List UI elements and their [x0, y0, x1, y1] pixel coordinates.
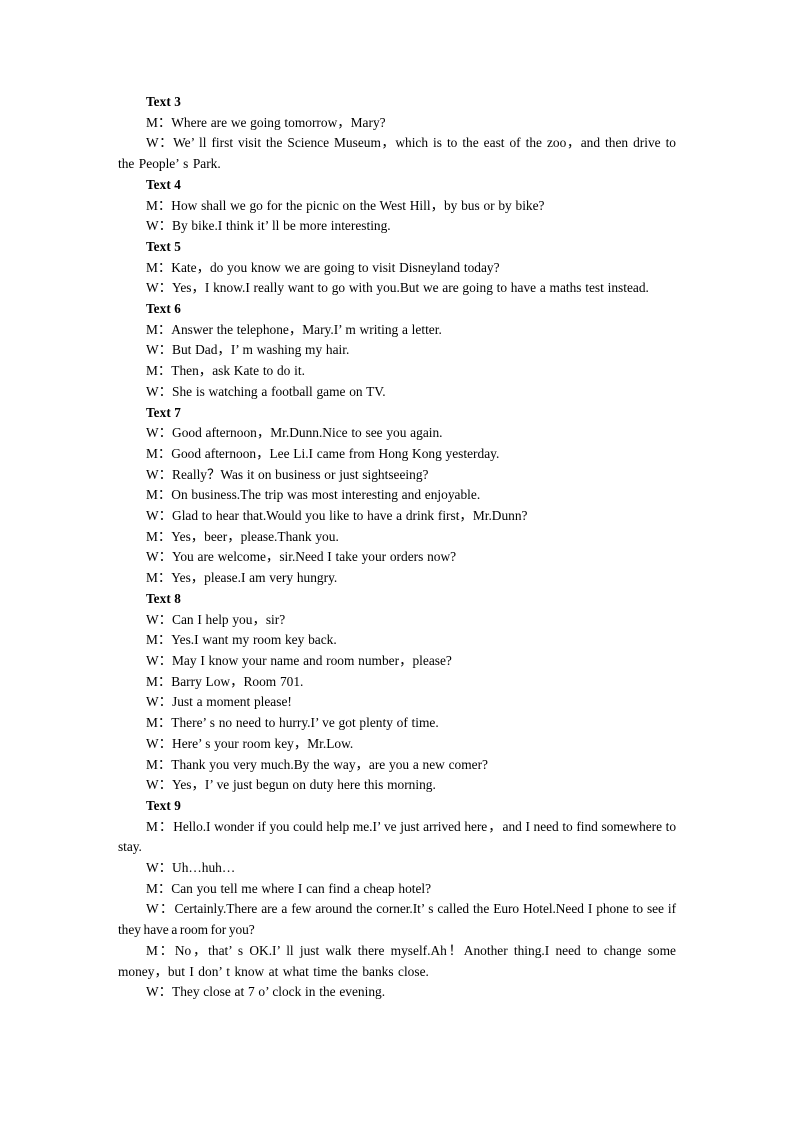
section-heading: Text 3 — [146, 94, 181, 109]
dialogue-line: M：Yes，please.I am very hungry. — [146, 570, 338, 586]
dialogue-line: M：Good afternoon，Lee Li.I came from Hong… — [146, 445, 500, 461]
section-heading: Text 9 — [146, 797, 181, 813]
dialogue-line: M：Can you tell me where I can find a che… — [146, 880, 432, 896]
section-heading: Text 7 — [146, 404, 181, 420]
dialogue-line: M：Yes，beer，please.Thank you. — [146, 528, 339, 544]
transcript-section-text-6: Text 6 M：Answer the telephone，Mary.I’ m … — [118, 299, 676, 403]
dialogue-line: M：On business.The trip was most interest… — [146, 487, 481, 503]
section-heading: Text 5 — [146, 238, 181, 254]
dialogue-line: M：Answer the telephone，Mary.I’ m writing… — [146, 321, 442, 337]
dialogue-line: M：No，that’ s OK.I’ ll just walk there my… — [118, 942, 676, 979]
dialogue-line: M：Yes.I want my room key back. — [146, 632, 337, 648]
transcript-section-text-3: Text 3 M：Where are we going tomorrow，Mar… — [118, 92, 676, 175]
dialogue-line: W：Yes，I know.I really want to go with yo… — [146, 280, 649, 296]
dialogue-line: W：Certainly.There are a few around the c… — [118, 901, 676, 938]
dialogue-line: W：Can I help you，sir? — [146, 611, 286, 627]
transcript-section-text-5: Text 5 M：Kate，do you know we are going t… — [118, 237, 676, 299]
section-heading: Text 6 — [146, 301, 181, 317]
dialogue-line: W：But Dad，I’ m washing my hair. — [146, 342, 350, 358]
dialogue-line: M：Barry Low，Room 701. — [146, 673, 304, 689]
transcript-section-text-4: Text 4 M：How shall we go for the picnic … — [118, 175, 676, 237]
section-heading: Text 4 — [146, 176, 181, 192]
dialogue-line: M：There’ s no need to hurry.I’ ve got pl… — [146, 715, 439, 731]
dialogue-line: M：Thank you very much.By the way，are you… — [146, 756, 488, 772]
dialogue-line: W：We’ ll first visit the Science Museum，… — [118, 135, 676, 172]
dialogue-line: W：Here’ s your room key，Mr.Low. — [146, 735, 354, 751]
document-page: Text 3 M：Where are we going tomorrow，Mar… — [0, 0, 794, 1123]
dialogue-line: W：Glad to hear that.Would you like to ha… — [146, 508, 528, 524]
dialogue-line: M：Kate，do you know we are going to visit… — [146, 259, 500, 275]
dialogue-line: W：You are welcome，sir.Need I take your o… — [146, 549, 457, 565]
dialogue-line: W：They close at 7 o’ clock in the evenin… — [146, 984, 386, 1000]
dialogue-line: M：Where are we going tomorrow，Mary? — [146, 114, 386, 130]
dialogue-line: W：May I know your name and room number，p… — [146, 652, 452, 668]
dialogue-line: W：Just a moment please! — [146, 694, 292, 710]
dialogue-line: W：Good afternoon，Mr.Dunn.Nice to see you… — [146, 425, 443, 441]
dialogue-line: W：Really？Was it on business or just sigh… — [146, 466, 429, 482]
dialogue-line: W：By bike.I think it’ ll be more interes… — [146, 218, 391, 234]
dialogue-line: M：Hello.I wonder if you could help me.I’… — [118, 818, 676, 855]
dialogue-line: W：Uh…huh… — [146, 860, 236, 876]
transcript-section-text-7: Text 7 W：Good afternoon，Mr.Dunn.Nice to … — [118, 403, 676, 589]
section-heading: Text 8 — [146, 590, 181, 606]
transcript-body: Text 3 M：Where are we going tomorrow，Mar… — [118, 92, 676, 1003]
dialogue-line: M：How shall we go for the picnic on the … — [146, 197, 545, 213]
dialogue-line: W：Yes，I’ ve just begun on duty here this… — [146, 777, 436, 793]
dialogue-line: M：Then，ask Kate to do it. — [146, 363, 305, 379]
transcript-section-text-8: Text 8 W：Can I help you，sir? M：Yes.I wan… — [118, 589, 676, 796]
transcript-section-text-9: Text 9 M：Hello.I wonder if you could hel… — [118, 796, 676, 1003]
dialogue-line: W：She is watching a football game on TV. — [146, 383, 386, 399]
